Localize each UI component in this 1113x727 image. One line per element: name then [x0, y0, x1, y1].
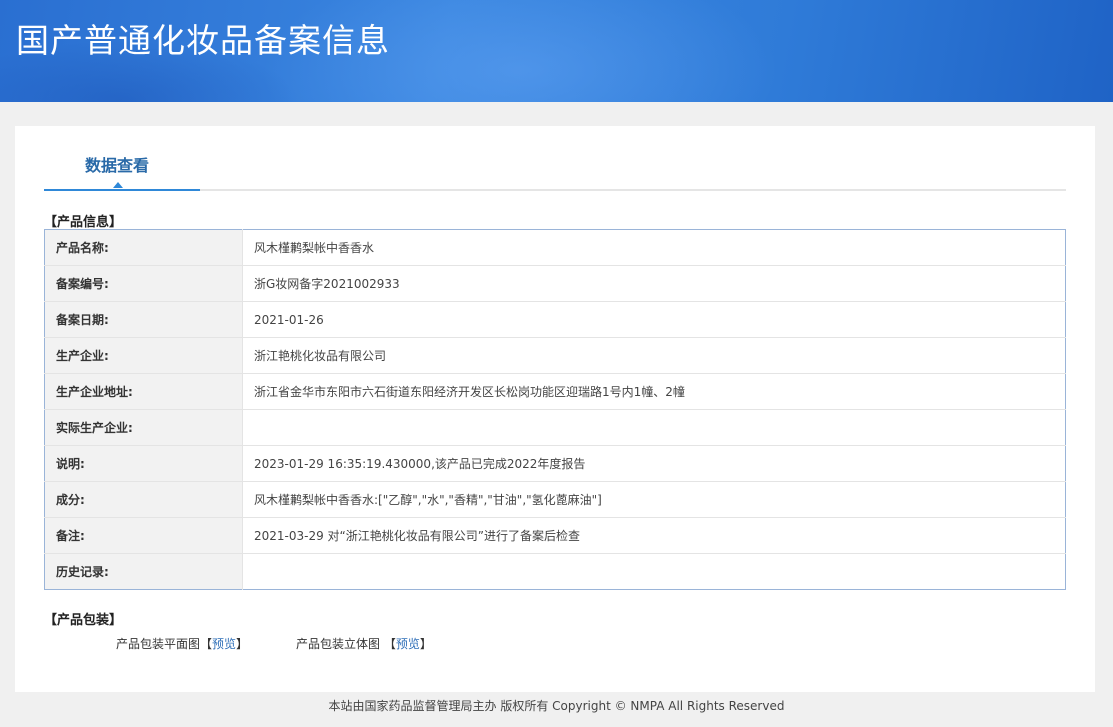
footer-copyright: 本站由国家药品监督管理局主办 版权所有 Copyright © NMPA All… [328, 699, 785, 713]
info-row-label: 说明: [44, 445, 243, 482]
tab-data-view[interactable]: 数据查看 [44, 126, 200, 191]
packaging-flat-item: 产品包装平面图【预览】 [116, 635, 248, 652]
info-row: 生产企业地址: 浙江省金华市东阳市六石街道东阳经济开发区长松岗功能区迎瑞路1号内1… [44, 373, 1066, 410]
info-row-label: 历史记录: [44, 553, 243, 590]
product-info-table: 产品名称: 风木槿鹣梨帐中香香水 备案编号: 浙G妆网备字2021002933 备案日期… [44, 229, 1066, 590]
info-row-label: 备案编号: [44, 265, 243, 302]
packaging-stereo-label: 产品包装立体图 [296, 637, 381, 651]
info-row-value: 浙江省金华市东阳市六石街道东阳经济开发区长松岗功能区迎瑞路1号内1幢、2幢 [242, 373, 1066, 410]
info-row-value: 浙江艳桃化妆品有限公司 [242, 337, 1066, 374]
info-row-value: 2021-01-26 [242, 301, 1066, 338]
info-row: 生产企业: 浙江艳桃化妆品有限公司 [44, 337, 1066, 374]
info-row-label: 成分: [44, 481, 243, 518]
info-row-value: 浙G妆网备字2021002933 [242, 265, 1066, 302]
tab-bar: 数据查看 [44, 126, 1066, 191]
product-info-section-title: 【产品信息】 [44, 215, 123, 230]
packaging-flat-label: 产品包装平面图 [116, 637, 201, 651]
bracket-open: 【 [383, 637, 396, 651]
info-row: 备注: 2021-03-29 对“浙江艳桃化妆品有限公司”进行了备案后检查 [44, 517, 1066, 554]
content-card: 数据查看 【产品信息】 产品名称: 风木槿鹣梨帐中香香水 备案编号: 浙G妆网备字20… [15, 126, 1095, 692]
packaging-flat-preview-link[interactable]: 预览 [212, 637, 236, 651]
packaging-stereo-preview-link[interactable]: 预览 [396, 637, 420, 651]
info-row: 实际生产企业: [44, 409, 1066, 446]
info-row: 历史记录: [44, 553, 1066, 590]
bracket-close: 】 [236, 637, 249, 651]
info-row-value: 风木槿鹣梨帐中香香水:["乙醇","水","香精","甘油","氢化蓖麻油"] [242, 481, 1066, 518]
info-row: 成分: 风木槿鹣梨帐中香香水:["乙醇","水","香精","甘油","氢化蓖麻油… [44, 481, 1066, 518]
info-row-label: 实际生产企业: [44, 409, 243, 446]
bracket-open: 【 [200, 637, 213, 651]
info-row-value [243, 554, 1066, 590]
info-row-label: 生产企业地址: [44, 373, 243, 410]
tab-indicator-arrow-icon [113, 182, 123, 188]
info-row: 备案日期: 2021-01-26 [44, 301, 1066, 338]
info-row-label: 备案日期: [44, 301, 243, 338]
info-row-label: 备注: [44, 517, 243, 554]
info-row-value: 2021-03-29 对“浙江艳桃化妆品有限公司”进行了备案后检查 [242, 517, 1066, 554]
info-row: 备案编号: 浙G妆网备字2021002933 [44, 265, 1066, 302]
info-row-value: 风木槿鹣梨帐中香香水 [242, 229, 1066, 266]
info-row: 说明: 2023-01-29 16:35:19.430000,该产品已完成2022… [44, 445, 1066, 482]
info-row: 产品名称: 风木槿鹣梨帐中香香水 [44, 229, 1066, 266]
page-header: 国产普通化妆品备案信息 [0, 0, 1113, 102]
packaging-stereo-item: 产品包装立体图 【预览】 [296, 635, 432, 652]
packaging-section-title: 【产品包装】 [44, 613, 123, 628]
info-row-value [242, 409, 1066, 446]
info-row-value: 2023-01-29 16:35:19.430000,该产品已完成2022年度报… [242, 445, 1066, 482]
page-title: 国产普通化妆品备案信息 [16, 21, 390, 60]
info-row-label: 生产企业: [44, 337, 243, 374]
tab-label: 数据查看 [85, 156, 150, 175]
info-row-label: 产品名称: [44, 229, 243, 266]
bracket-close: 】 [419, 637, 432, 651]
